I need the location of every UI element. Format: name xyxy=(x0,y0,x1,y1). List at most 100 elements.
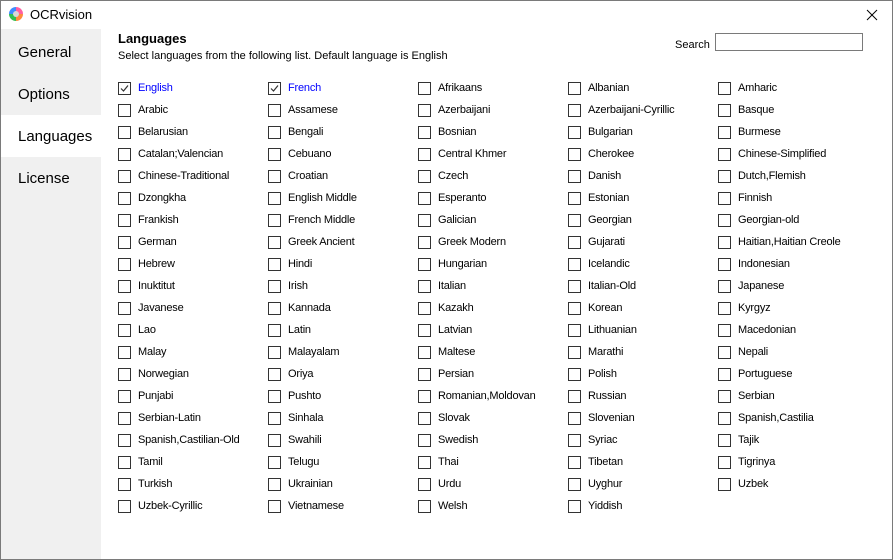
language-checkbox-item[interactable]: Turkish xyxy=(118,475,172,493)
checkbox-unchecked[interactable] xyxy=(268,433,281,447)
language-checkbox-item[interactable]: Amharic xyxy=(718,79,777,97)
checkbox-unchecked[interactable] xyxy=(118,213,131,227)
language-checkbox-item[interactable]: Japanese xyxy=(718,277,784,295)
checkbox-unchecked[interactable] xyxy=(118,169,131,183)
language-checkbox-item[interactable]: Indonesian xyxy=(718,255,790,273)
language-checkbox-item[interactable]: Swedish xyxy=(418,431,478,449)
language-checkbox-item[interactable]: Catalan;Valencian xyxy=(118,145,223,163)
language-checkbox-item[interactable]: Italian xyxy=(418,277,466,295)
checkbox-unchecked[interactable] xyxy=(568,367,581,381)
language-checkbox-item[interactable]: Thai xyxy=(418,453,459,471)
checkbox-unchecked[interactable] xyxy=(418,169,431,183)
checkbox-unchecked[interactable] xyxy=(568,477,581,491)
language-checkbox-item[interactable]: Telugu xyxy=(268,453,319,471)
checkbox-unchecked[interactable] xyxy=(718,191,731,205)
checkbox-unchecked[interactable] xyxy=(718,345,731,359)
checkbox-unchecked[interactable] xyxy=(718,81,731,95)
checkbox-unchecked[interactable] xyxy=(718,433,731,447)
checkbox-unchecked[interactable] xyxy=(718,235,731,249)
language-checkbox-item[interactable]: Gujarati xyxy=(568,233,625,251)
checkbox-unchecked[interactable] xyxy=(268,367,281,381)
language-checkbox-item[interactable]: Slovak xyxy=(418,409,470,427)
checkbox-unchecked[interactable] xyxy=(268,301,281,315)
checkbox-unchecked[interactable] xyxy=(418,191,431,205)
language-checkbox-item[interactable]: Nepali xyxy=(718,343,768,361)
checkbox-unchecked[interactable] xyxy=(418,499,431,513)
checkbox-unchecked[interactable] xyxy=(568,455,581,469)
language-checkbox-item[interactable]: Tamil xyxy=(118,453,163,471)
checkbox-unchecked[interactable] xyxy=(568,125,581,139)
language-checkbox-item[interactable]: Icelandic xyxy=(568,255,630,273)
checkbox-unchecked[interactable] xyxy=(718,411,731,425)
checkbox-unchecked[interactable] xyxy=(268,169,281,183)
checkbox-unchecked[interactable] xyxy=(568,191,581,205)
language-checkbox-item[interactable]: Azerbaijani xyxy=(418,101,490,119)
language-checkbox-item[interactable]: Georgian xyxy=(568,211,632,229)
language-checkbox-item[interactable]: Albanian xyxy=(568,79,629,97)
language-checkbox-item[interactable]: Italian-Old xyxy=(568,277,636,295)
language-checkbox-item[interactable]: English xyxy=(118,79,173,97)
checkbox-unchecked[interactable] xyxy=(268,191,281,205)
checkbox-unchecked[interactable] xyxy=(418,345,431,359)
language-checkbox-item[interactable]: Marathi xyxy=(568,343,623,361)
checkbox-unchecked[interactable] xyxy=(118,235,131,249)
checkbox-unchecked[interactable] xyxy=(568,411,581,425)
checkbox-unchecked[interactable] xyxy=(268,235,281,249)
checkbox-unchecked[interactable] xyxy=(268,213,281,227)
checkbox-unchecked[interactable] xyxy=(118,301,131,315)
language-checkbox-item[interactable]: Belarusian xyxy=(118,123,188,141)
checkbox-unchecked[interactable] xyxy=(718,169,731,183)
checkbox-unchecked[interactable] xyxy=(418,257,431,271)
checkbox-unchecked[interactable] xyxy=(418,367,431,381)
checkbox-unchecked[interactable] xyxy=(718,279,731,293)
checkbox-unchecked[interactable] xyxy=(118,411,131,425)
language-checkbox-item[interactable]: English Middle xyxy=(268,189,357,207)
checkbox-unchecked[interactable] xyxy=(118,455,131,469)
sidebar-item-license[interactable]: License xyxy=(1,157,101,199)
checkbox-unchecked[interactable] xyxy=(418,477,431,491)
language-checkbox-item[interactable]: Welsh xyxy=(418,497,468,515)
language-checkbox-item[interactable]: Kazakh xyxy=(418,299,474,317)
language-checkbox-item[interactable]: Javanese xyxy=(118,299,184,317)
checkbox-unchecked[interactable] xyxy=(718,367,731,381)
language-checkbox-item[interactable]: Frankish xyxy=(118,211,179,229)
language-checkbox-item[interactable]: Persian xyxy=(418,365,474,383)
sidebar-item-options[interactable]: Options xyxy=(1,73,101,115)
language-checkbox-item[interactable]: Dutch,Flemish xyxy=(718,167,806,185)
checkbox-unchecked[interactable] xyxy=(118,389,131,403)
checkbox-unchecked[interactable] xyxy=(418,235,431,249)
language-checkbox-item[interactable]: German xyxy=(118,233,177,251)
checkbox-checked[interactable] xyxy=(268,81,281,95)
checkbox-unchecked[interactable] xyxy=(118,279,131,293)
checkbox-unchecked[interactable] xyxy=(568,389,581,403)
checkbox-unchecked[interactable] xyxy=(568,169,581,183)
checkbox-unchecked[interactable] xyxy=(718,125,731,139)
checkbox-unchecked[interactable] xyxy=(268,257,281,271)
language-checkbox-item[interactable]: Russian xyxy=(568,387,627,405)
language-checkbox-item[interactable]: Yiddish xyxy=(568,497,622,515)
sidebar-item-general[interactable]: General xyxy=(1,31,101,73)
checkbox-unchecked[interactable] xyxy=(418,323,431,337)
checkbox-unchecked[interactable] xyxy=(568,279,581,293)
checkbox-unchecked[interactable] xyxy=(268,389,281,403)
language-checkbox-item[interactable]: Uzbek-Cyrillic xyxy=(118,497,203,515)
language-checkbox-item[interactable]: Hebrew xyxy=(118,255,175,273)
sidebar-item-languages[interactable]: Languages xyxy=(1,115,101,157)
checkbox-unchecked[interactable] xyxy=(418,301,431,315)
checkbox-unchecked[interactable] xyxy=(118,499,131,513)
language-checkbox-item[interactable]: Norwegian xyxy=(118,365,189,383)
language-checkbox-item[interactable]: Tibetan xyxy=(568,453,623,471)
language-checkbox-item[interactable]: Macedonian xyxy=(718,321,796,339)
language-checkbox-item[interactable]: Spanish,Castilia xyxy=(718,409,814,427)
language-checkbox-item[interactable]: Kyrgyz xyxy=(718,299,771,317)
checkbox-unchecked[interactable] xyxy=(268,411,281,425)
checkbox-unchecked[interactable] xyxy=(268,499,281,513)
checkbox-unchecked[interactable] xyxy=(568,213,581,227)
language-checkbox-item[interactable]: Irish xyxy=(268,277,308,295)
checkbox-unchecked[interactable] xyxy=(718,389,731,403)
language-checkbox-item[interactable]: Spanish,Castilian-Old xyxy=(118,431,240,449)
language-checkbox-item[interactable]: Greek Ancient xyxy=(268,233,355,251)
language-checkbox-item[interactable]: Tajik xyxy=(718,431,759,449)
checkbox-unchecked[interactable] xyxy=(418,389,431,403)
checkbox-unchecked[interactable] xyxy=(118,433,131,447)
